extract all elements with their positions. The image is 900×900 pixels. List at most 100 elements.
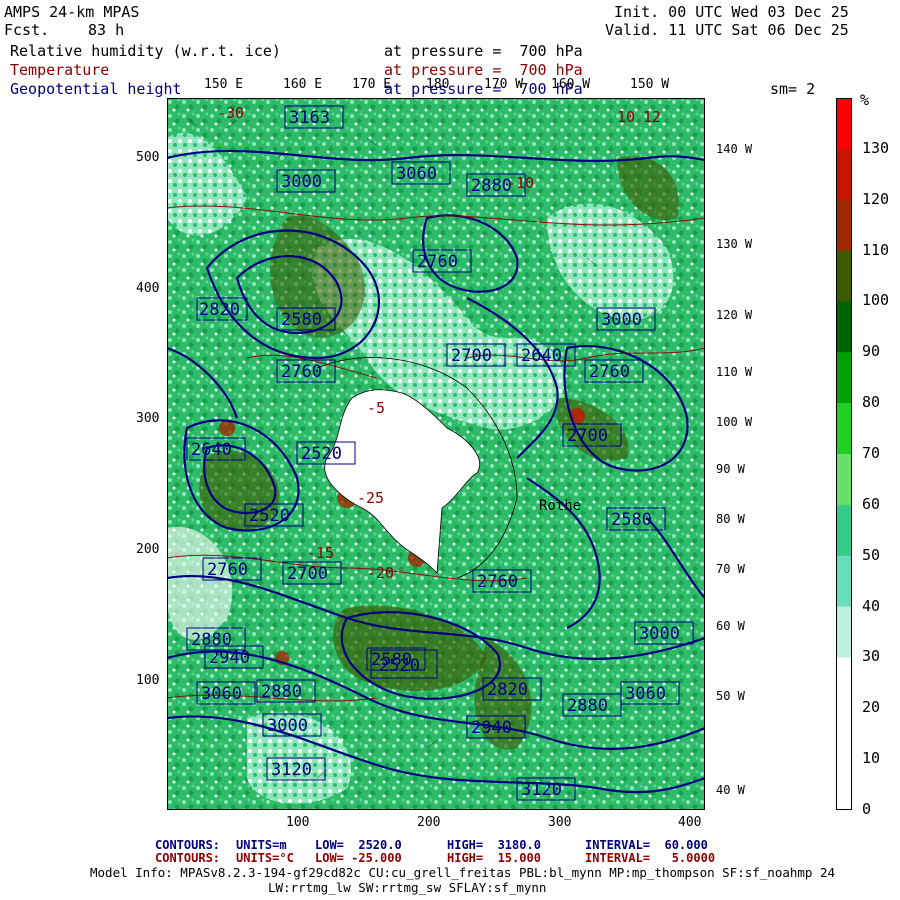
- height-label-text: 2880: [471, 176, 512, 196]
- fcst-label: Fcst.: [4, 21, 50, 39]
- height-label-text: 3060: [396, 164, 437, 184]
- y-tick-label: 200: [136, 542, 160, 557]
- lon-label: 100 W: [716, 415, 753, 429]
- x-tick-label: 400: [678, 815, 702, 830]
- y-tick-label: 100: [136, 673, 160, 688]
- contour-temp-interval: INTERVAL= 5.0000: [585, 851, 716, 865]
- colorbar-unit: %: [860, 91, 870, 109]
- x-tick-label: 300: [548, 815, 572, 830]
- height-label-text: 2520: [379, 656, 420, 676]
- contour-height-interval: INTERVAL= 60.000: [585, 838, 708, 852]
- colorbar: [836, 98, 852, 810]
- field2-level: at pressure = 700 hPa: [384, 61, 583, 79]
- height-label-text: 2760: [589, 362, 630, 382]
- temp-label: 10: [617, 108, 635, 126]
- height-label-text: 3060: [625, 684, 666, 704]
- contour-temp-high: HIGH= 15.000: [447, 851, 541, 865]
- colorbar-label: 70: [862, 444, 881, 462]
- lon-label: 70 W: [716, 562, 745, 576]
- height-label-text: 2940: [209, 648, 250, 668]
- height-label-text: 2700: [451, 346, 492, 366]
- height-label-text: 2760: [281, 362, 322, 382]
- colorbar-label: 10: [862, 749, 881, 768]
- height-label-text: 2880: [191, 630, 232, 650]
- colorbar-label: 40: [862, 596, 881, 615]
- lon-label: 150 W: [630, 77, 670, 92]
- lon-label: 60 W: [716, 619, 745, 633]
- field1-level: at pressure = 700 hPa: [384, 42, 583, 60]
- lon-label: 180: [426, 77, 450, 92]
- colorbar-label: 20: [862, 698, 881, 717]
- x-tick-label: 200: [417, 815, 441, 830]
- temp-label: -25: [357, 489, 384, 507]
- height-label-text: 3000: [639, 624, 680, 644]
- height-label-text: 2520: [301, 444, 342, 464]
- temp-label: -5: [367, 399, 385, 417]
- lon-label: 40 W: [716, 783, 745, 797]
- height-label-text: 2700: [287, 564, 328, 584]
- place-label: Rothe: [539, 498, 581, 514]
- y-tick-label: 300: [136, 411, 160, 426]
- colorbar-label: 80: [862, 393, 881, 412]
- colorbar-swatch: [836, 504, 852, 557]
- colorbar-label: 0: [862, 800, 872, 818]
- colorbar-swatch: [836, 403, 852, 455]
- colorbar-swatch: [836, 606, 852, 658]
- contour-height-label: CONTOURS:: [155, 838, 221, 852]
- colorbar-swatch: [836, 148, 852, 201]
- field3-name: Geopotential height: [10, 80, 182, 98]
- contour-height-high: HIGH= 3180.0: [447, 838, 541, 852]
- height-label-text: 3000: [267, 716, 308, 736]
- lon-label: 110 W: [716, 365, 753, 379]
- height-label-text: 2760: [417, 252, 458, 272]
- lon-label: 50 W: [716, 689, 745, 703]
- colorbar-swatch: [836, 454, 852, 506]
- lon-label: 120 W: [716, 308, 753, 322]
- smoothing-label: sm= 2: [770, 80, 816, 98]
- lon-label: 160 E: [283, 77, 323, 92]
- temp-label: 12: [643, 108, 661, 126]
- lon-label: 140 W: [716, 142, 753, 156]
- height-label-text: 2640: [521, 346, 562, 366]
- colorbar-swatch: [836, 199, 852, 252]
- field1-name: Relative humidity (w.r.t. ice): [10, 42, 281, 60]
- colorbar-label: 90: [862, 342, 881, 361]
- contour-temp-units: UNITS=°C: [236, 851, 294, 865]
- height-label-text: 3120: [271, 760, 312, 780]
- model-info-line2: LW:rrtmg_lw SW:rrtmg_sw SFLAY:sf_mynn: [268, 880, 547, 895]
- lon-label: 170 W: [484, 77, 524, 92]
- height-label-text: 2760: [477, 572, 518, 592]
- height-label-text: 2580: [611, 510, 652, 530]
- model-info: Model Info: MPASv8.2.3-194-gf29cd82c CU:…: [90, 865, 836, 880]
- height-label-text: 2940: [471, 718, 512, 738]
- lon-label: 90 W: [716, 462, 745, 476]
- temp-label: -15: [307, 544, 334, 562]
- colorbar-label: 120: [862, 189, 890, 208]
- temp-label: -10: [507, 174, 534, 192]
- height-label: 2820: [196, 297, 248, 321]
- contour-temp-low: LOW= -25.000: [315, 851, 402, 865]
- weather-map: 3163 3060 3000 2880 2820 2760 2700 2640 …: [167, 98, 705, 810]
- colorbar-label: 60: [862, 494, 881, 513]
- height-label-text: 2580: [281, 310, 322, 330]
- height-label-text: 2820: [199, 300, 240, 320]
- height-label-text: 2700: [567, 426, 608, 446]
- height-label-text: 2820: [487, 680, 528, 700]
- colorbar-swatch: [836, 250, 852, 302]
- fcst-value: 83 h: [88, 21, 125, 39]
- init-time: Init. 00 UTC Wed 03 Dec 25: [614, 3, 849, 21]
- colorbar-label: 130: [862, 138, 890, 157]
- lon-label: 170 E: [352, 77, 392, 92]
- x-tick-label: 100: [286, 815, 310, 830]
- height-label-text: 2880: [567, 696, 608, 716]
- contour-height-units: UNITS=m: [236, 838, 287, 852]
- lon-label: 130 W: [716, 237, 753, 251]
- colorbar-label: 50: [862, 545, 881, 564]
- height-label-text: 2880: [261, 682, 302, 702]
- height-label-text: 2760: [207, 560, 248, 580]
- colorbar-swatch: [836, 657, 852, 709]
- colorbar-swatch: [836, 301, 852, 353]
- y-tick-label: 400: [136, 281, 160, 296]
- colorbar-swatch: [836, 708, 852, 760]
- height-label-text: 2520: [249, 506, 290, 526]
